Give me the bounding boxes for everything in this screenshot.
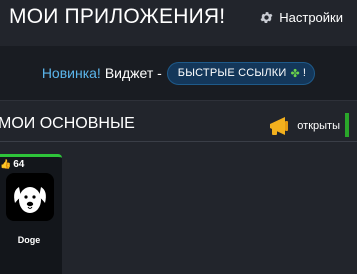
section-title: МОИ ОСНОВНЫЕ — [0, 115, 135, 132]
settings-label: Настройки — [279, 10, 343, 25]
quick-links-suffix: ! — [302, 67, 307, 79]
open-status-indicator — [345, 113, 349, 137]
promo-widget-label: Виджет - — [104, 65, 162, 81]
quick-links-label: БЫСТРЫЕ ССЫЛКИ — [177, 67, 287, 79]
section-header: МОИ ОСНОВНЫЕ открыты — [0, 100, 357, 142]
dog-icon — [6, 173, 54, 221]
apps-grid: 👍 64 Doge — [0, 142, 357, 274]
megaphone-icon — [268, 115, 297, 137]
app-icon — [6, 173, 54, 221]
open-toggle-label: открыты — [297, 119, 340, 132]
app-card-doge[interactable]: 👍 64 Doge — [0, 154, 62, 274]
clover-icon: ✤ — [290, 67, 300, 80]
promo-new-label: Новинка! — [41, 65, 101, 81]
page-title: МОИ ПРИЛОЖЕНИЯ! — [9, 5, 226, 28]
header: МОИ ПРИЛОЖЕНИЯ! Настройки — [0, 0, 357, 46]
likes-counter: 👍 64 — [0, 159, 24, 170]
thumbs-up-icon: 👍 — [0, 159, 12, 169]
open-toggle[interactable]: открыты — [268, 113, 349, 137]
quick-links-button[interactable]: БЫСТРЫЕ ССЫЛКИ ✤ ! — [166, 61, 316, 85]
settings-button[interactable]: Настройки — [259, 10, 343, 25]
gear-icon — [259, 10, 274, 25]
app-name: Doge — [17, 235, 41, 245]
likes-count: 64 — [13, 159, 25, 170]
promo-banner: Новинка! Виджет - БЫСТРЫЕ ССЫЛКИ ✤ ! — [0, 46, 357, 100]
